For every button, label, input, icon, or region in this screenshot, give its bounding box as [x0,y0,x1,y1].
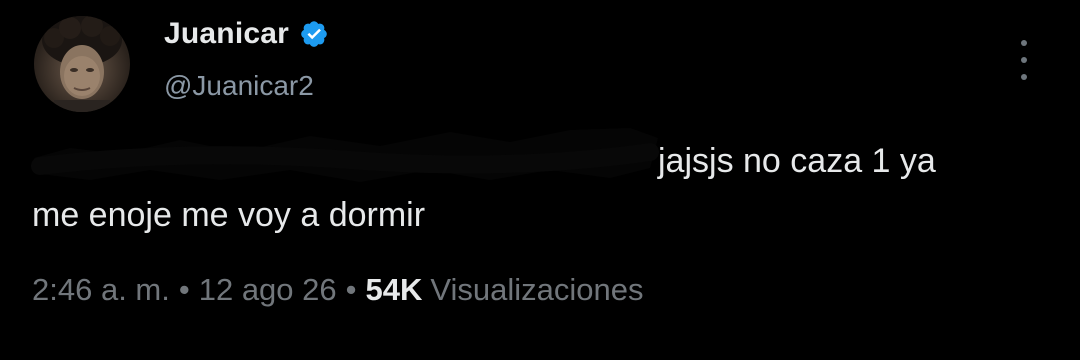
redaction-scribble [31,128,659,182]
meta-separator: • [178,272,190,307]
avatar[interactable] [34,16,130,112]
tweet-date[interactable]: 12 ago 26 [199,272,337,308]
views-count[interactable]: 54K [366,272,423,308]
more-options-icon[interactable] [1014,40,1034,80]
tweet-time[interactable]: 2:46 a. m. [32,272,170,308]
more-dot [1021,57,1027,63]
tweet-meta: 2:46 a. m. • 12 ago 26 • 54K Visualizaci… [32,272,644,308]
display-name[interactable]: Juanicar [164,17,289,51]
more-dot [1021,40,1027,46]
profile-photo-icon [42,16,122,112]
author-name-row: Juanicar [164,14,329,54]
more-dot [1021,74,1027,80]
meta-separator: • [345,272,357,307]
tweet-card: Juanicar @Juanicar2 jajsjs no caza 1 ya … [0,0,1080,360]
verified-badge-icon[interactable] [299,19,329,49]
views-label[interactable]: Visualizaciones [430,272,643,308]
tweet-text-line-1: jajsjs no caza 1 ya [658,142,936,180]
author-handle[interactable]: @Juanicar2 [164,70,314,102]
tweet-text-line-2: me enoje me voy a dormir [32,196,426,234]
